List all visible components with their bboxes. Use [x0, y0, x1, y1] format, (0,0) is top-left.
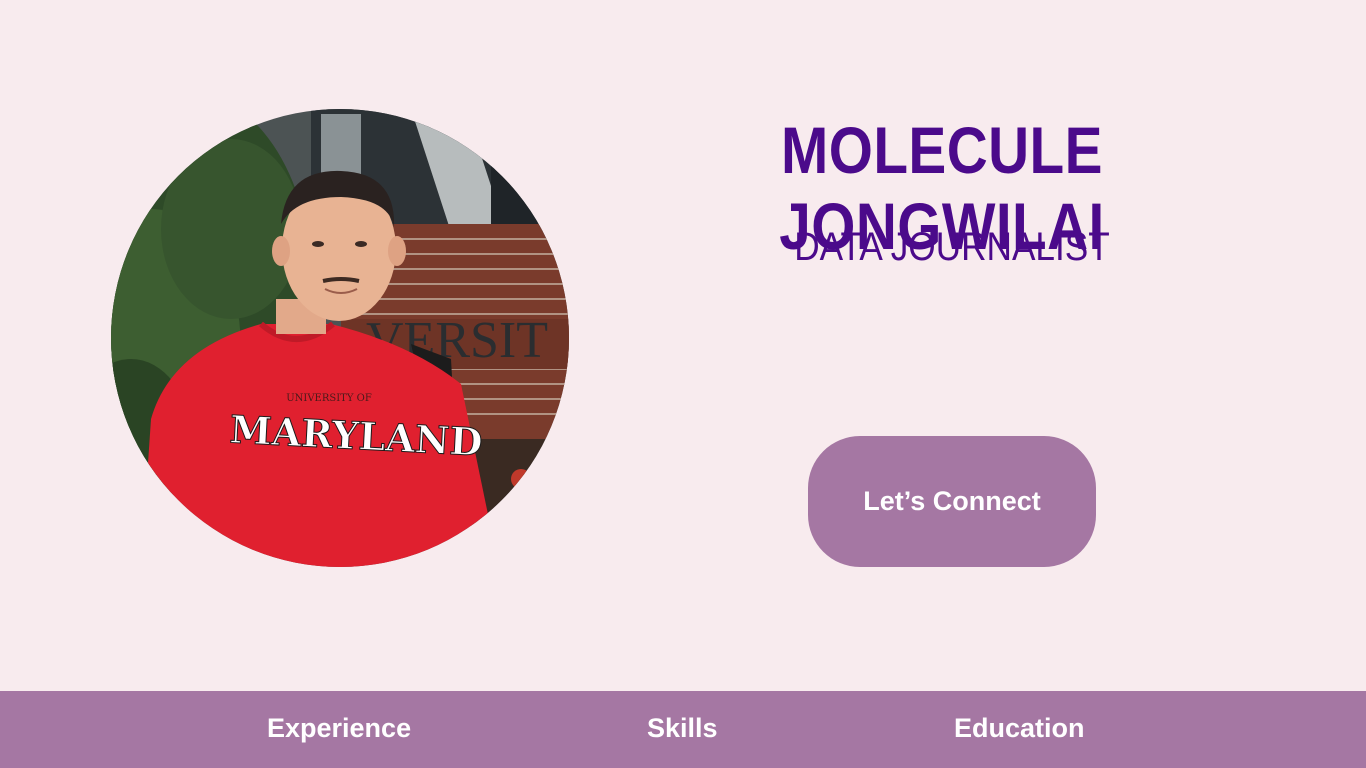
profile-role: DATA JOURNALIST	[794, 225, 1110, 269]
profile-photo: VERSIT UNIVERSITY OF MARYLAND	[111, 109, 569, 567]
bottom-nav: Experience Skills Education	[0, 691, 1366, 768]
nav-item-experience[interactable]: Experience	[267, 691, 411, 768]
nav-item-skills[interactable]: Skills	[647, 691, 718, 768]
lets-connect-button[interactable]: Let’s Connect	[808, 436, 1096, 567]
nav-item-education[interactable]: Education	[954, 691, 1085, 768]
hero-section: VERSIT UNIVERSITY OF MARYLAND MOLECULE J…	[0, 0, 1366, 691]
shirt-small-text: UNIVERSITY OF	[286, 393, 372, 404]
